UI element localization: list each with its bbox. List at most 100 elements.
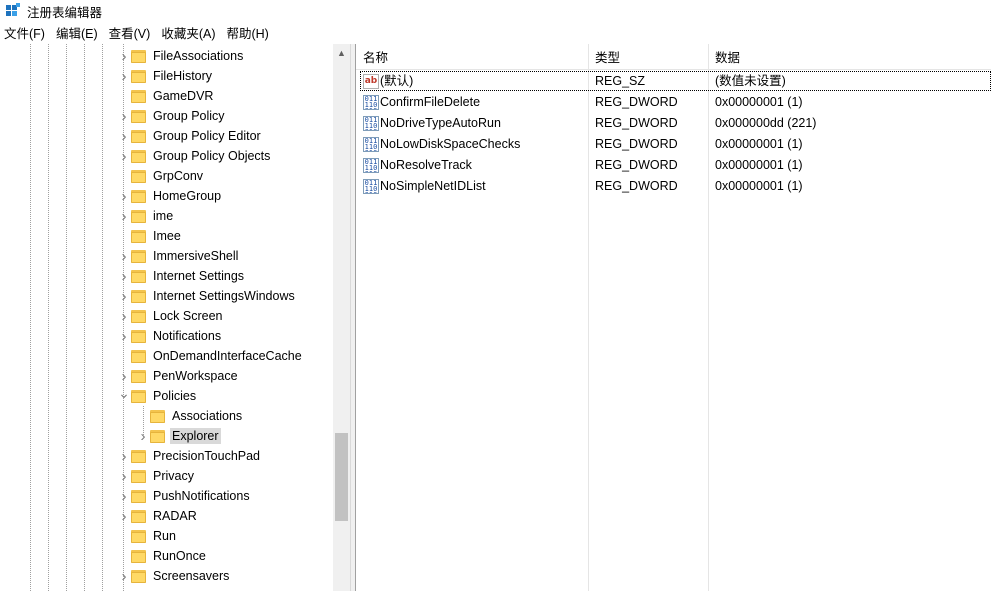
chevron-right-icon[interactable]: › xyxy=(117,106,131,126)
tree-node[interactable]: › Explorer xyxy=(136,426,221,446)
tree-node-label: Notifications xyxy=(153,329,222,343)
value-data: 0x00000001 (1) xyxy=(715,137,803,151)
tree-node[interactable]: › Internet Settings xyxy=(117,266,246,286)
list-item[interactable]: 011 110 010NoLowDiskSpaceChecks REG_DWORD… xyxy=(356,134,991,155)
tree-node[interactable]: › PrecisionTouchPad xyxy=(117,446,262,466)
value-name: NoSimpleNetIDList xyxy=(380,179,486,193)
menu-view[interactable]: 查看(V) xyxy=(105,24,158,44)
value-data: 0x00000001 (1) xyxy=(715,158,803,172)
chevron-right-icon[interactable]: › xyxy=(117,506,131,526)
tree-node[interactable]: › HomeGroup xyxy=(117,186,223,206)
chevron-right-icon[interactable]: › xyxy=(117,326,131,346)
folder-icon xyxy=(131,129,146,143)
tree-node[interactable]: › FileAssociations xyxy=(117,46,245,66)
tree-node-label: GrpConv xyxy=(153,169,204,183)
scroll-up-arrow-icon[interactable]: ▲ xyxy=(333,44,350,61)
value-name: NoDriveTypeAutoRun xyxy=(380,116,501,130)
list-item[interactable]: ab (默认) REG_SZ (数值未设置) xyxy=(356,71,991,92)
tree-vertical-scrollbar[interactable]: ▲ xyxy=(333,44,350,591)
chevron-right-icon[interactable]: › xyxy=(117,446,131,466)
tree-node[interactable]: › ImmersiveShell xyxy=(117,246,240,266)
tree-node[interactable]: Imee xyxy=(117,226,183,246)
tree-node[interactable]: GameDVR xyxy=(117,86,215,106)
folder-icon xyxy=(131,549,146,563)
tree-node[interactable]: › Notifications xyxy=(117,326,223,346)
tree-node-label: Privacy xyxy=(153,469,194,483)
value-data: 0x00000001 (1) xyxy=(715,179,803,193)
chevron-right-icon[interactable]: › xyxy=(117,286,131,306)
chevron-right-icon[interactable]: › xyxy=(117,66,131,86)
chevron-right-icon[interactable]: › xyxy=(117,186,131,206)
chevron-right-icon[interactable]: › xyxy=(117,46,131,66)
folder-icon xyxy=(131,69,146,83)
tree-node-label: Group Policy Editor xyxy=(153,129,261,143)
tree-node-label: Run xyxy=(153,529,176,543)
tree-node[interactable]: RunOnce xyxy=(117,546,208,566)
chevron-right-icon[interactable]: › xyxy=(117,466,131,486)
value-data: 0x000000dd (221) xyxy=(715,116,817,130)
menu-edit[interactable]: 编辑(E) xyxy=(52,24,105,44)
tree-node[interactable]: ⌄ Policies xyxy=(117,383,198,406)
tree-node-label: Screensavers xyxy=(153,569,230,583)
folder-icon xyxy=(131,529,146,543)
chevron-right-icon[interactable]: › xyxy=(117,566,131,586)
menu-bar: 文件(F) 编辑(E) 查看(V) 收藏夹(A) 帮助(H) xyxy=(0,24,276,44)
column-header-type[interactable]: 类型 xyxy=(588,44,620,70)
tree-node[interactable]: GrpConv xyxy=(117,166,205,186)
string-value-icon: ab xyxy=(363,74,379,89)
tree-node[interactable]: › FileHistory xyxy=(117,66,214,86)
tree-node-label: Policies xyxy=(153,389,197,403)
dword-value-icon: 011 110 010 xyxy=(363,179,379,194)
tree-node[interactable]: › PushNotifications xyxy=(117,486,252,506)
chevron-right-icon[interactable]: › xyxy=(117,486,131,506)
folder-icon xyxy=(131,189,146,203)
tree-node[interactable]: Associations xyxy=(136,406,244,426)
list-item[interactable]: 011 110 010NoResolveTrack REG_DWORD 0x0000… xyxy=(356,155,991,176)
chevron-right-icon[interactable]: › xyxy=(117,126,131,146)
list-item[interactable]: 011 110 010NoSimpleNetIDList REG_DWORD 0x0… xyxy=(356,176,991,197)
chevron-right-icon[interactable]: › xyxy=(117,306,131,326)
column-header-name[interactable]: 名称 xyxy=(356,44,388,70)
registry-tree[interactable]: › FileAssociations › FileHistory GameDVR › Gro… xyxy=(0,44,350,591)
window-title: 注册表编辑器 xyxy=(27,5,103,20)
tree-node-label: FileAssociations xyxy=(153,49,244,63)
chevron-right-icon[interactable]: › xyxy=(117,146,131,166)
tree-node[interactable]: › Screensavers xyxy=(117,566,231,586)
chevron-down-icon[interactable]: ⌄ xyxy=(117,383,131,403)
tree-node[interactable]: › Group Policy xyxy=(117,106,227,126)
tree-node[interactable]: › Privacy xyxy=(117,466,196,486)
tree-node[interactable]: › Group Policy Objects xyxy=(117,146,272,166)
tree-node[interactable]: › RADAR xyxy=(117,506,199,526)
chevron-right-icon[interactable]: › xyxy=(117,266,131,286)
folder-icon xyxy=(131,249,146,263)
value-type: REG_SZ xyxy=(595,74,646,88)
tree-node-label: RunOnce xyxy=(153,549,206,563)
tree-node-label: ImmersiveShell xyxy=(153,249,239,263)
menu-file[interactable]: 文件(F) xyxy=(0,24,52,44)
list-item[interactable]: 011 110 010ConfirmFileDelete REG_DWORD 0x0… xyxy=(356,92,991,113)
folder-icon xyxy=(131,49,146,63)
tree-node[interactable]: Run xyxy=(117,526,178,546)
value-type: REG_DWORD xyxy=(595,137,678,151)
tree-connector xyxy=(117,86,131,106)
list-item[interactable]: 011 110 010NoDriveTypeAutoRun REG_DWORD 0x… xyxy=(356,113,991,134)
menu-help[interactable]: 帮助(H) xyxy=(222,24,275,44)
chevron-right-icon[interactable]: › xyxy=(117,246,131,266)
tree-node[interactable]: OnDemandInterfaceCache xyxy=(117,346,304,366)
tree-node[interactable]: › PenWorkspace xyxy=(117,366,240,386)
value-name: NoLowDiskSpaceChecks xyxy=(380,137,521,151)
tree-node-label: Group Policy xyxy=(153,109,225,123)
folder-icon xyxy=(131,109,146,123)
tree-node[interactable]: › Lock Screen xyxy=(117,306,224,326)
tree-node[interactable]: › Internet SettingsWindows xyxy=(117,286,297,306)
tree-node[interactable]: › Group Policy Editor xyxy=(117,126,263,146)
tree-node[interactable]: › ime xyxy=(117,206,175,226)
chevron-right-icon[interactable]: › xyxy=(136,426,150,446)
scrollbar-thumb[interactable] xyxy=(335,433,348,521)
chevron-right-icon[interactable]: › xyxy=(117,206,131,226)
tree-node-label: Group Policy Objects xyxy=(153,149,271,163)
values-list[interactable]: 名称 类型 数据 ab(默认)REG_SZ(数值未设置)011 110 010C… xyxy=(356,44,991,591)
tree-node-label: RADAR xyxy=(153,509,197,523)
column-header-data[interactable]: 数据 xyxy=(708,44,740,70)
menu-favorites[interactable]: 收藏夹(A) xyxy=(157,24,222,44)
